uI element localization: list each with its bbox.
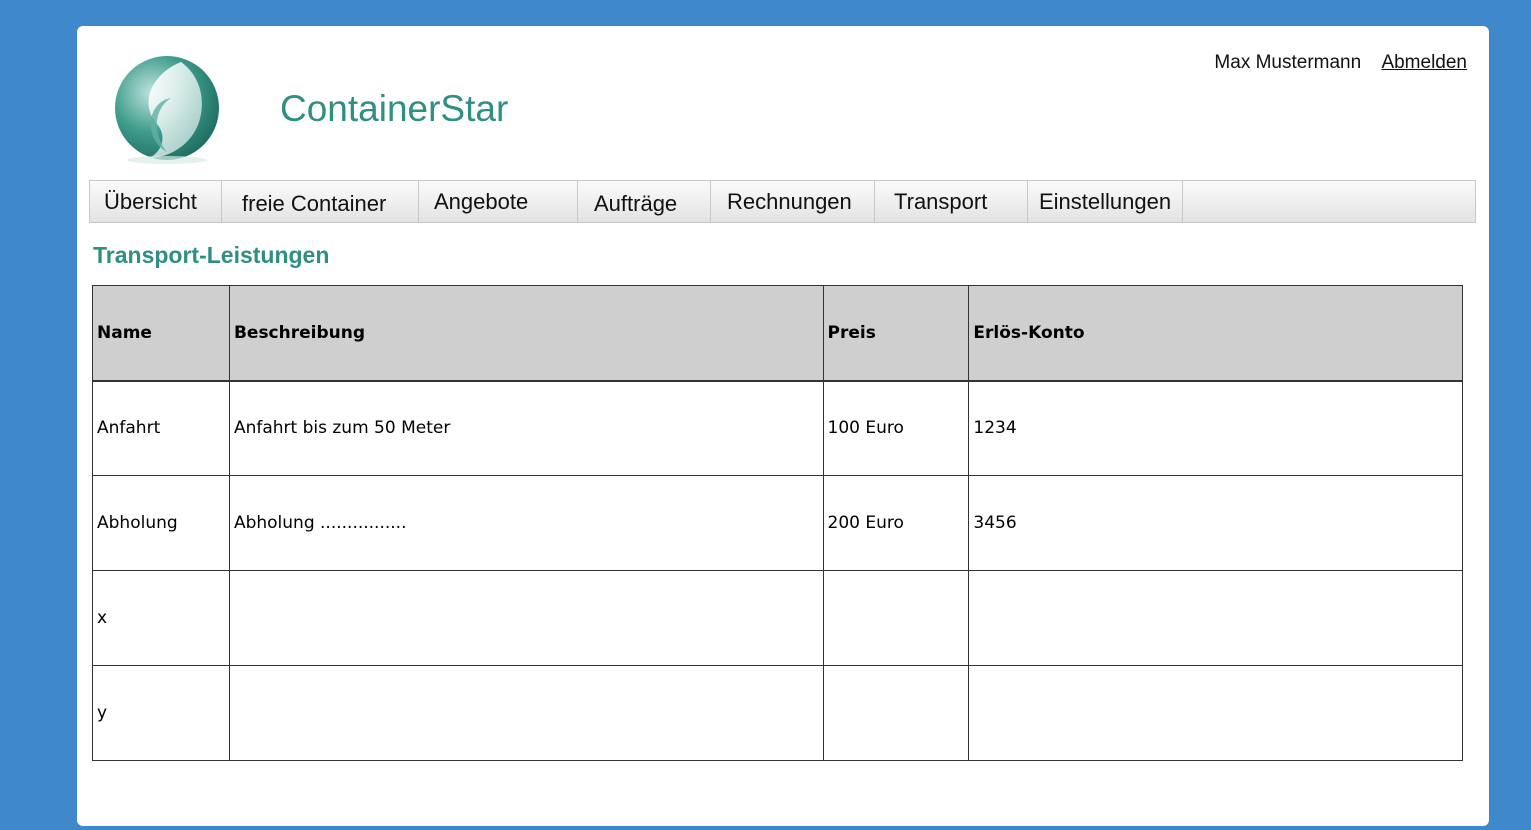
cell-erloes-konto[interactable]: 1234 [968, 380, 1463, 476]
app-title: ContainerStar [280, 88, 509, 129]
nav-item-uebersicht[interactable]: Übersicht [90, 181, 222, 222]
logout-link[interactable]: Abmelden [1381, 52, 1467, 73]
column-header-preis[interactable]: Preis [822, 285, 970, 382]
cell-preis[interactable] [822, 570, 970, 666]
user-area: Max Mustermann Abmelden [1214, 52, 1467, 74]
cell-preis[interactable]: 200 Euro [822, 475, 970, 571]
cell-erloes-konto[interactable]: 3456 [968, 475, 1463, 571]
cell-beschreibung[interactable]: Anfahrt bis zum 50 Meter [228, 380, 824, 476]
transport-table: Name Beschreibung Preis Erlös-Konto Anfa… [92, 285, 1463, 761]
cell-beschreibung[interactable] [228, 570, 824, 666]
nav-item-einstellungen[interactable]: Einstellungen [1028, 181, 1183, 222]
cell-erloes-konto[interactable] [968, 665, 1463, 761]
table-row[interactable]: y [92, 665, 1463, 761]
cell-name[interactable]: Anfahrt [92, 380, 230, 476]
column-header-name[interactable]: Name [92, 285, 230, 382]
cell-beschreibung[interactable]: Abholung ................ [228, 475, 824, 571]
table-row[interactable]: Abholung Abholung ................ 200 E… [92, 475, 1463, 571]
table-row[interactable]: Anfahrt Anfahrt bis zum 50 Meter 100 Eur… [92, 380, 1463, 476]
cell-erloes-konto[interactable] [968, 570, 1463, 666]
cell-name[interactable]: y [92, 665, 230, 761]
nav-item-transport[interactable]: Transport [875, 181, 1028, 222]
section-title: Transport-Leistungen [93, 242, 330, 268]
table-row[interactable]: x [92, 570, 1463, 666]
nav-item-angebote[interactable]: Angebote [419, 181, 578, 222]
cell-preis[interactable] [822, 665, 970, 761]
nav-item-rechnungen[interactable]: Rechnungen [711, 181, 875, 222]
main-nav: Übersicht freie Container Angebote Auftr… [89, 180, 1476, 223]
cell-beschreibung[interactable] [228, 665, 824, 761]
nav-item-freie-container[interactable]: freie Container [222, 181, 419, 222]
cell-name[interactable]: x [92, 570, 230, 666]
column-header-erloes-konto[interactable]: Erlös-Konto [968, 285, 1463, 382]
containerstar-logo-icon [115, 56, 219, 164]
column-header-beschreibung[interactable]: Beschreibung [228, 285, 824, 382]
main-card: ContainerStar Max Mustermann Abmelden Üb… [77, 26, 1489, 826]
cell-name[interactable]: Abholung [92, 475, 230, 571]
cell-preis[interactable]: 100 Euro [822, 380, 970, 476]
nav-item-auftraege[interactable]: Aufträge [578, 181, 711, 222]
user-name: Max Mustermann [1214, 52, 1362, 73]
table-header-row: Name Beschreibung Preis Erlös-Konto [92, 285, 1463, 382]
